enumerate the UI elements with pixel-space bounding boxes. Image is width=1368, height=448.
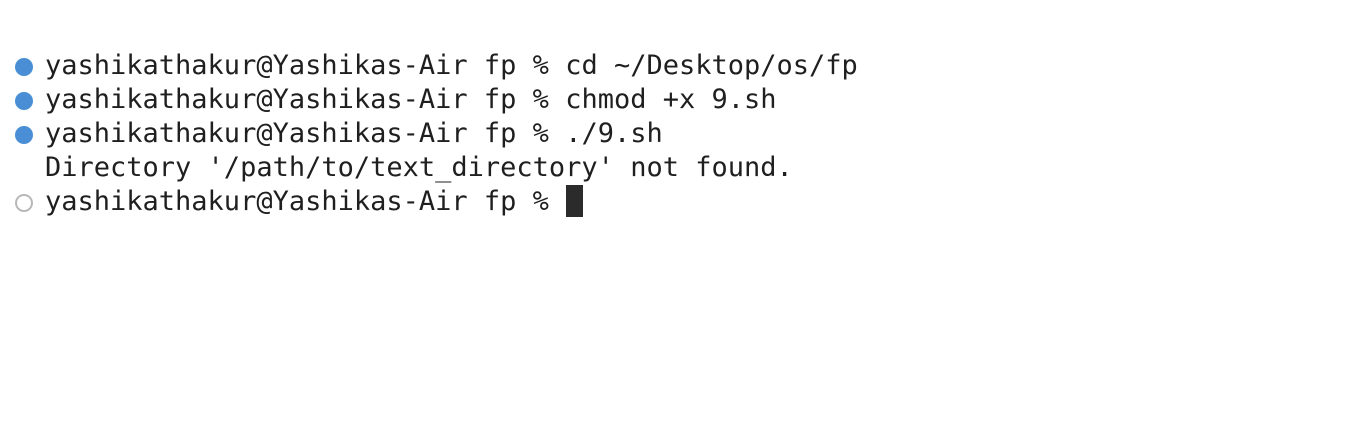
terminal-output[interactable]: yashikathakur@Yashikas-Air fp % cd ~/Des… — [0, 49, 1368, 219]
command-line: yashikathakur@Yashikas-Air fp % cd ~/Des… — [0, 49, 1368, 83]
prompt: yashikathakur@Yashikas-Air fp % — [45, 84, 549, 115]
command-pending-marker-icon — [15, 194, 33, 212]
command-output: Directory '/path/to/text_directory' not … — [45, 152, 793, 183]
prompt: yashikathakur@Yashikas-Air fp % — [45, 186, 549, 217]
command-success-marker-icon[interactable] — [15, 92, 33, 110]
command-text: chmod +x 9.sh — [565, 84, 777, 115]
command-line: yashikathakur@Yashikas-Air fp % chmod +x… — [0, 83, 1368, 117]
active-command-line[interactable]: yashikathakur@Yashikas-Air fp % — [0, 185, 1368, 219]
output-line: Directory '/path/to/text_directory' not … — [0, 151, 1368, 185]
prompt: yashikathakur@Yashikas-Air fp % — [45, 118, 549, 149]
command-success-marker-icon[interactable] — [15, 58, 33, 76]
command-line: yashikathakur@Yashikas-Air fp % ./9.sh — [0, 117, 1368, 151]
prompt: yashikathakur@Yashikas-Air fp % — [45, 50, 549, 81]
command-success-marker-icon[interactable] — [15, 126, 33, 144]
command-text: ./9.sh — [565, 118, 663, 149]
command-text: cd ~/Desktop/os/fp — [565, 50, 858, 81]
text-cursor — [565, 185, 583, 217]
